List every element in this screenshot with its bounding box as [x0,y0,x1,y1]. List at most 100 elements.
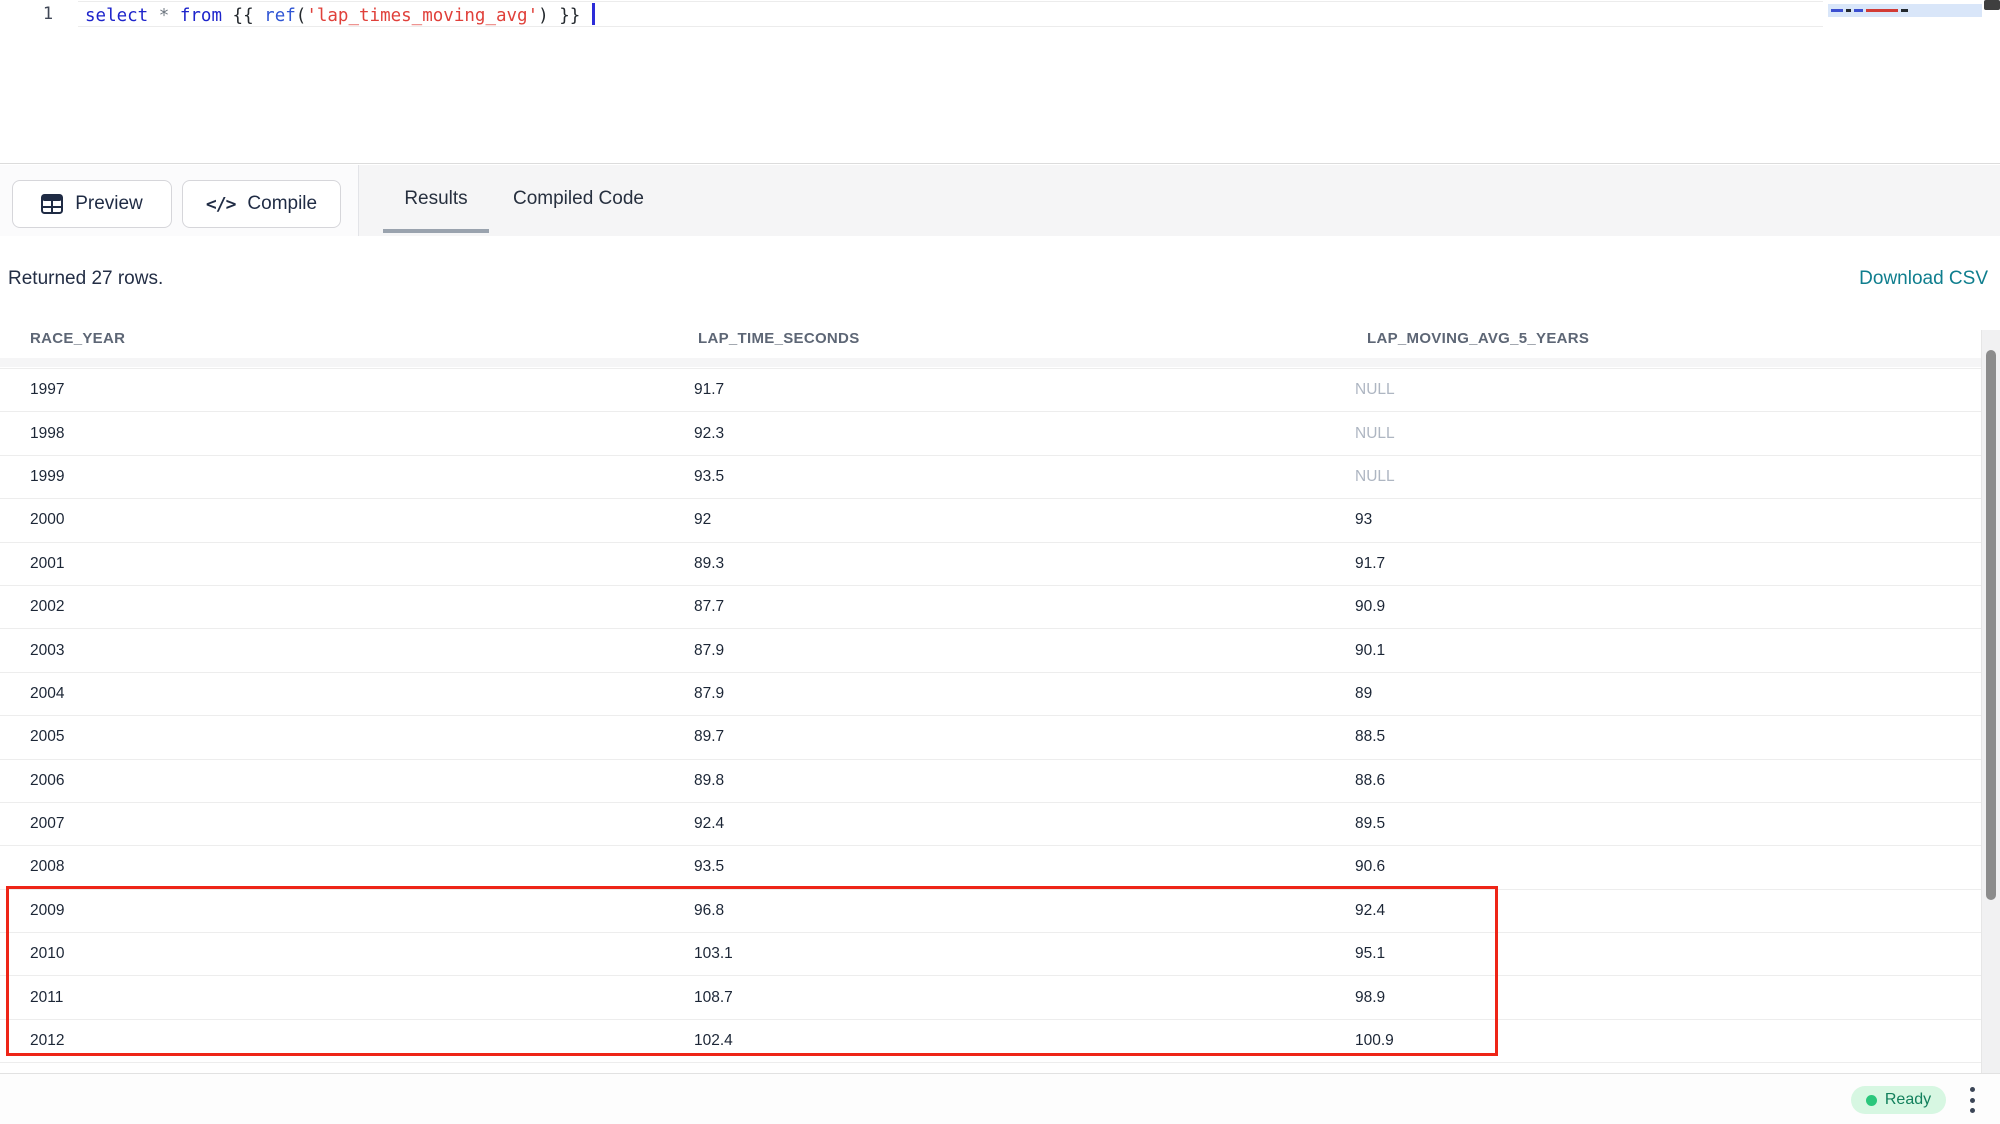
cell-lap-time-seconds: 87.7 [694,598,1355,616]
cell-lap-time-seconds: 103.1 [694,945,1355,963]
cell-lap-moving-avg: NULL [1355,381,1981,399]
cell-lap-time-seconds: 93.5 [694,858,1355,876]
table-row: 2006 89.8 88.6 [0,760,1981,803]
header-divider-band [0,358,1981,367]
cell-race-year: 2006 [0,772,694,790]
table-scrollbar-thumb[interactable] [1986,350,1996,900]
cell-lap-time-seconds: 92.3 [694,425,1355,443]
cell-lap-moving-avg: 89 [1355,685,1981,703]
download-csv-link[interactable]: Download CSV [1859,268,1988,290]
code-token: * [159,6,170,26]
cell-lap-time-seconds: 91.7 [694,381,1355,399]
cell-lap-time-seconds: 108.7 [694,989,1355,1007]
minimap-mark [1846,9,1851,12]
cell-lap-moving-avg: 91.7 [1355,555,1981,573]
table-row: 2003 87.9 90.1 [0,629,1981,672]
ready-status-badge: Ready [1851,1086,1946,1114]
cell-lap-moving-avg: NULL [1355,425,1981,443]
column-header-lap-time-seconds: LAP_TIME_SECONDS [694,330,1355,347]
code-token: {{ [222,6,264,26]
cell-lap-moving-avg: 95.1 [1355,945,1981,963]
minimap-mark [1866,9,1898,12]
cell-lap-moving-avg: 89.5 [1355,815,1981,833]
table-row: 2001 89.3 91.7 [0,543,1981,586]
table-row: 1999 93.5 NULL [0,456,1981,499]
results-meta: Returned 27 rows. Download CSV [0,236,2000,316]
cell-lap-moving-avg: 90.6 [1355,858,1981,876]
cell-lap-moving-avg: 100.9 [1355,1032,1981,1050]
cell-race-year: 1997 [0,381,694,399]
table-row: 2000 92 93 [0,499,1981,542]
sql-editor[interactable]: 1 select * from {{ ref('lap_times_moving… [0,0,2000,164]
table-row: 2009 96.8 92.4 [0,890,1981,933]
cell-lap-moving-avg: 98.9 [1355,989,1981,1007]
cell-race-year: 2010 [0,945,694,963]
editor-scrollbar-thumb[interactable] [1984,0,2000,10]
cell-lap-moving-avg: 88.6 [1355,772,1981,790]
preview-button[interactable]: Preview [12,180,172,228]
toolbar-divider [358,165,359,236]
cell-lap-time-seconds: 87.9 [694,685,1355,703]
cell-race-year: 2005 [0,728,694,746]
column-header-race-year: RACE_YEAR [0,330,694,347]
table-header: RACE_YEAR LAP_TIME_SECONDS LAP_MOVING_AV… [0,318,1981,358]
compile-label: Compile [247,193,317,215]
cell-lap-time-seconds: 89.8 [694,772,1355,790]
cell-race-year: 1998 [0,425,694,443]
cell-race-year: 2008 [0,858,694,876]
text-cursor [592,3,595,25]
compile-button[interactable]: </> Compile [182,180,341,228]
toolbar: Preview </> Compile Results Compiled Cod… [0,165,2000,236]
status-bar: Ready [0,1073,2000,1124]
table-row: 1997 91.7 NULL [0,369,1981,412]
code-token: ) [538,6,549,26]
cell-lap-moving-avg: 88.5 [1355,728,1981,746]
cell-lap-moving-avg: 90.9 [1355,598,1981,616]
table-row: 2007 92.4 89.5 [0,803,1981,846]
cell-lap-time-seconds: 87.9 [694,642,1355,660]
tab-compiled-code[interactable]: Compiled Code [513,165,644,233]
minimap-mark [1901,9,1908,12]
table-icon [41,194,63,214]
table-row: 2005 89.7 88.5 [0,716,1981,759]
code-line[interactable]: select * from {{ ref('lap_times_moving_a… [85,3,595,28]
status-dot-icon [1866,1095,1877,1106]
code-token: 'lap_times_moving_avg' [306,6,538,26]
minimap-mark [1831,9,1843,12]
results-table-body: 1997 91.7 NULL 1998 92.3 NULL 1999 93.5 … [0,368,1981,1063]
ide-screen: 1 select * from {{ ref('lap_times_moving… [0,0,2000,1124]
cell-lap-time-seconds: 89.3 [694,555,1355,573]
cell-lap-time-seconds: 89.7 [694,728,1355,746]
cell-lap-moving-avg: 90.1 [1355,642,1981,660]
table-row: 2012 102.4 100.9 [0,1020,1981,1063]
active-tab-underline [383,229,489,233]
code-token [169,6,180,26]
table-row: 2011 108.7 98.9 [0,976,1981,1019]
cell-lap-time-seconds: 96.8 [694,902,1355,920]
preview-label: Preview [75,193,143,215]
code-icon: </> [206,194,236,215]
table-row: 2010 103.1 95.1 [0,933,1981,976]
cell-race-year: 2004 [0,685,694,703]
cell-race-year: 2012 [0,1032,694,1050]
cell-race-year: 2007 [0,815,694,833]
cell-race-year: 2009 [0,902,694,920]
cell-lap-time-seconds: 92 [694,511,1355,529]
cell-race-year: 2000 [0,511,694,529]
minimap-mark [1854,9,1863,12]
kebab-menu-icon[interactable] [1966,1087,1978,1113]
cell-race-year: 2001 [0,555,694,573]
table-row: 1998 92.3 NULL [0,412,1981,455]
cell-lap-moving-avg: 93 [1355,511,1981,529]
table-row: 2004 87.9 89 [0,673,1981,716]
table-row: 2008 93.5 90.6 [0,846,1981,889]
cell-lap-moving-avg: NULL [1355,468,1981,486]
tab-results[interactable]: Results [383,165,489,233]
editor-minimap[interactable] [1828,4,1982,17]
table-scrollbar-track[interactable] [1981,330,2000,1073]
cell-race-year: 1999 [0,468,694,486]
code-token: select [85,6,148,26]
code-token: ref [264,6,296,26]
column-header-lap-moving-avg: LAP_MOVING_AVG_5_YEARS [1355,330,1981,347]
table-row: 2002 87.7 90.9 [0,586,1981,629]
